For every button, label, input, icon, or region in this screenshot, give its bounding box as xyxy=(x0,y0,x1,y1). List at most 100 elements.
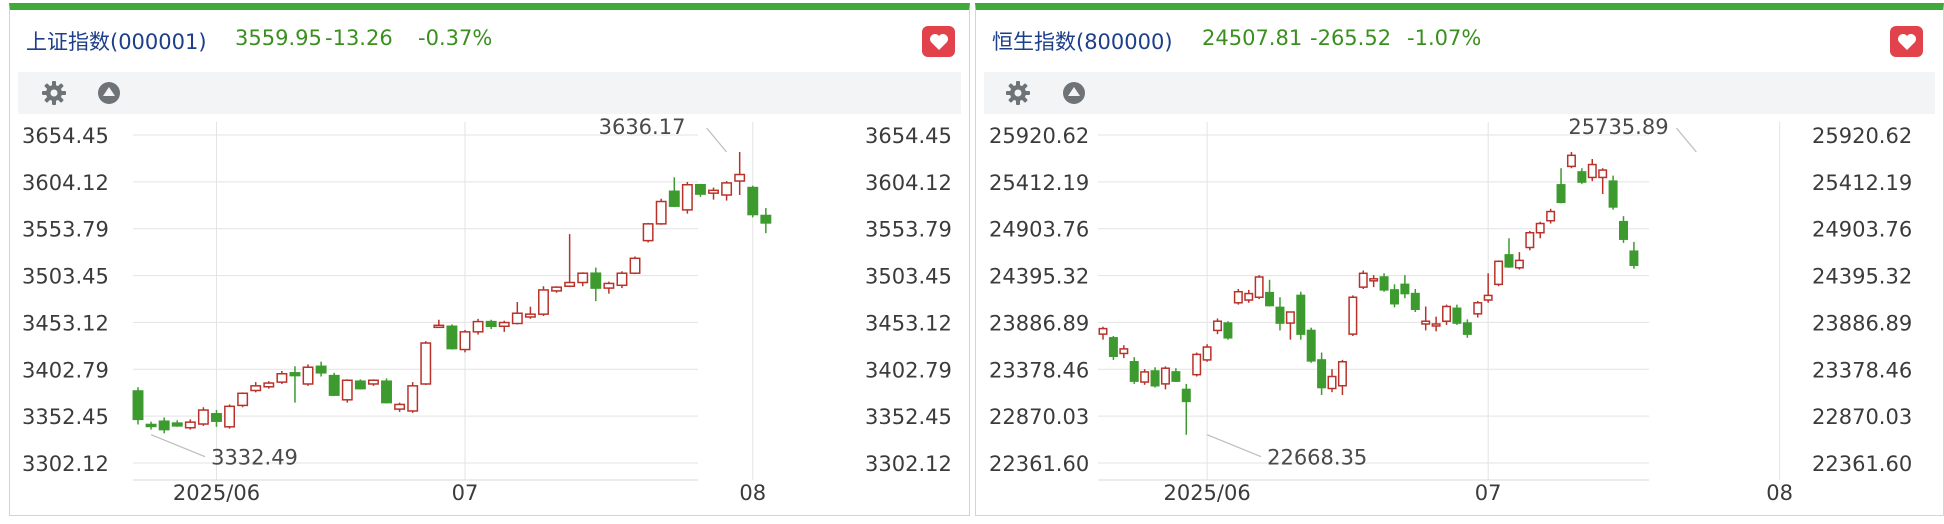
candle-down xyxy=(354,380,366,390)
candle-up xyxy=(1546,210,1556,222)
candle-up xyxy=(511,312,523,325)
candle-down xyxy=(1296,294,1306,335)
candle-up xyxy=(564,281,576,287)
candle-up xyxy=(407,385,419,412)
y-tick-label-right: 23886.89 xyxy=(1812,311,1912,335)
y-tick-label-right: 3654.45 xyxy=(865,124,952,148)
candle-up xyxy=(1285,311,1295,324)
y-tick-label-left: 3654.45 xyxy=(22,124,109,148)
candle-down xyxy=(1452,307,1462,324)
candle-down xyxy=(211,413,222,422)
candle-up xyxy=(302,366,314,385)
y-tick-label-left: 3352.45 xyxy=(22,405,109,429)
candle-down xyxy=(590,272,602,289)
candle-up xyxy=(1098,327,1108,335)
candle-up xyxy=(1254,276,1264,299)
candle-up xyxy=(629,257,641,274)
candle-up xyxy=(1213,320,1223,332)
candlestick-chart[interactable]: 25920.62 25920.62 25412.19 25412.19 24903.76… xyxy=(976,10,1944,523)
y-tick-label-right: 25412.19 xyxy=(1812,171,1912,195)
candle-up xyxy=(577,272,589,284)
candle-down xyxy=(132,390,144,421)
candle-up xyxy=(524,313,536,318)
candle-up xyxy=(655,200,667,225)
candle-down xyxy=(1556,184,1566,204)
candle-up xyxy=(459,331,471,351)
candle-up xyxy=(603,282,615,289)
sse-index-panel: 上证指数(000001) 3559.95 -13.26 -0.37% 3654.… xyxy=(9,3,970,516)
candle-down xyxy=(158,420,170,431)
candle-up xyxy=(420,342,432,385)
y-tick-label-left: 3604.12 xyxy=(22,171,109,195)
x-tick-label: 07 xyxy=(452,481,479,505)
candle-up xyxy=(433,324,445,329)
candle-up xyxy=(1431,323,1441,327)
candle-up xyxy=(341,379,353,401)
y-tick-label-left: 25412.19 xyxy=(989,171,1089,195)
candle-up xyxy=(498,321,510,328)
candle-up xyxy=(1483,294,1493,301)
candle-up xyxy=(276,372,288,383)
candle-down xyxy=(1379,276,1389,291)
y-tick-label-right: 22870.03 xyxy=(1812,405,1912,429)
candle-down xyxy=(381,380,392,404)
candle-up xyxy=(642,223,654,242)
y-tick-label-left: 3503.45 xyxy=(22,265,109,289)
annotation-leader xyxy=(1206,434,1262,458)
y-tick-label-left: 23886.89 xyxy=(989,311,1089,335)
y-tick-label-right: 25920.62 xyxy=(1812,124,1912,148)
candle-up xyxy=(616,272,628,287)
candle-up xyxy=(1140,371,1150,383)
candle-down xyxy=(446,325,458,350)
candle-down xyxy=(328,374,340,396)
candle-down xyxy=(171,422,183,427)
y-tick-label-right: 3402.79 xyxy=(865,358,952,382)
y-tick-label-left: 3553.79 xyxy=(22,218,109,242)
candle-up xyxy=(1358,272,1368,288)
candle-up xyxy=(1514,259,1524,269)
candle-up xyxy=(1348,296,1358,335)
candle-up xyxy=(1421,320,1431,325)
candle-up xyxy=(394,403,406,410)
y-tick-label-right: 3503.45 xyxy=(865,265,952,289)
x-tick-label: 07 xyxy=(1475,481,1502,505)
candle-up xyxy=(538,289,549,315)
candle-up xyxy=(1160,367,1170,385)
candle-down xyxy=(1108,337,1118,357)
y-tick-label-left: 24903.76 xyxy=(989,218,1089,242)
candle-up xyxy=(1535,222,1545,234)
candle-down xyxy=(1317,359,1327,389)
candle-up xyxy=(1337,361,1347,387)
candle-up xyxy=(1473,302,1483,315)
candle-down xyxy=(1129,361,1139,382)
candle-down xyxy=(1400,283,1410,295)
candle-down xyxy=(1171,371,1181,382)
candlestick-chart[interactable]: 3654.45 3654.45 3604.12 3604.12 3553.79 3553.… xyxy=(10,10,971,523)
candle-down xyxy=(315,365,327,374)
annotation-label: 25735.89 xyxy=(1568,115,1668,139)
candle-up xyxy=(708,189,719,194)
candle-down xyxy=(1608,180,1618,208)
candle-down xyxy=(668,190,680,207)
y-tick-label-left: 22870.03 xyxy=(989,405,1089,429)
x-tick-label: 08 xyxy=(739,481,766,505)
y-tick-label-right: 3553.79 xyxy=(865,218,952,242)
candle-up xyxy=(1192,353,1202,376)
candle-down xyxy=(1462,322,1472,335)
y-tick-label-left: 24395.32 xyxy=(989,265,1089,289)
candle-down xyxy=(1223,322,1233,339)
y-tick-label-left: 3302.12 xyxy=(22,452,109,476)
candle-up xyxy=(1525,231,1535,249)
annotation-leader xyxy=(150,434,206,458)
candle-down xyxy=(1389,289,1399,305)
candle-up xyxy=(250,385,262,392)
candle-up xyxy=(197,409,209,425)
candle-down xyxy=(289,372,301,377)
candle-up xyxy=(184,421,196,429)
y-tick-label-right: 24395.32 xyxy=(1812,265,1912,289)
candle-up xyxy=(263,382,275,388)
y-tick-label-right: 3352.45 xyxy=(865,405,952,429)
annotation-leader xyxy=(1675,127,1697,153)
candle-up xyxy=(237,392,249,407)
candle-down xyxy=(1306,329,1316,362)
